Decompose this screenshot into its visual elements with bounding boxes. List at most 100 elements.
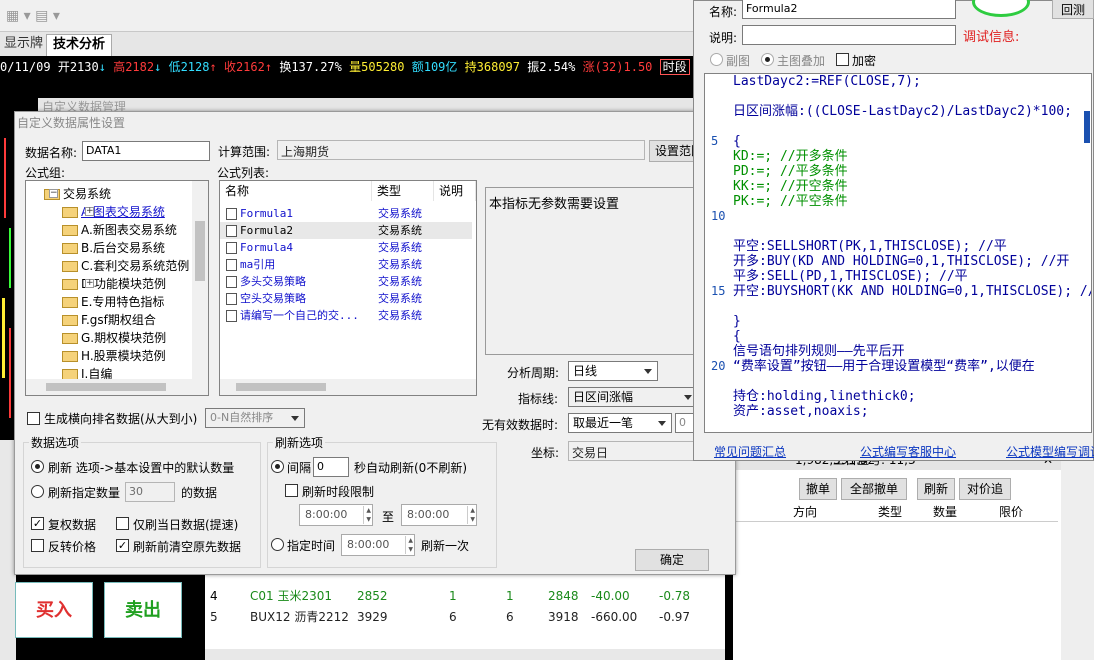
fixed-time-spinner[interactable]: 8:00:00 <box>341 534 415 556</box>
table-row[interactable]: 4 C01 玉米2301 2852 1 1 2848 -40.00 -0.78 <box>205 585 725 607</box>
rights-checkbox[interactable]: ✓ <box>31 517 44 530</box>
list-item[interactable]: 请编写一个自己的交... 交易系统 <box>220 307 472 324</box>
interval-radio[interactable] <box>271 460 284 473</box>
list-item[interactable]: 多头交易策略 交易系统 <box>220 273 472 290</box>
toolbar-icon[interactable]: ▦ ▾ ▤ ▾ <box>6 8 60 24</box>
cancel-order-button[interactable]: 撤单 <box>799 478 837 500</box>
support-link[interactable]: 公式编写客服中心 <box>860 443 956 460</box>
tree-item[interactable]: E.专用特色指标 <box>62 293 164 311</box>
table-row[interactable]: 5 BUX12 沥青2212 3929 6 6 3918 -660.00 -0.… <box>205 606 725 628</box>
col-type-header[interactable]: 类型 <box>372 181 434 201</box>
tree-item-label: C.套利交易系统范例 <box>81 259 190 273</box>
folder-icon <box>62 351 78 362</box>
list-item[interactable]: Formula4 交易系统 <box>220 239 472 256</box>
tree-item[interactable]: F.gsf期权组合 <box>62 311 156 329</box>
code-editor[interactable]: LastDayc2:=REF(CLOSE,7); 日区间涨幅:((CLOSE-La… <box>704 73 1092 433</box>
sort-checkbox[interactable] <box>27 412 40 425</box>
reverse-checkbox[interactable] <box>31 539 44 552</box>
sort-label: 生成横向排名数据(从大到小) <box>44 412 198 426</box>
tree-item[interactable]: − 交易系统 <box>44 185 111 203</box>
document-icon <box>226 208 237 220</box>
data-options-title: 数据选项 <box>29 434 82 451</box>
overlay-label: 主图叠加 <box>777 54 826 68</box>
tree-item[interactable]: H.股票模块范例 <box>62 347 166 365</box>
axis-value[interactable]: 交易日 <box>568 441 698 461</box>
editor-desc-input[interactable] <box>742 25 956 45</box>
tree-item[interactable]: C.套利交易系统范例 <box>62 257 189 275</box>
list-item-type: 交易系统 <box>378 292 422 305</box>
ok-button[interactable]: 确定 <box>635 549 709 571</box>
tree-item[interactable]: + A.图表交易系统 <box>62 203 165 221</box>
col-name-header[interactable]: 名称 <box>220 181 372 201</box>
tab-display[interactable]: 显示牌 <box>0 34 49 56</box>
list-item[interactable]: Formula1 交易系统 <box>220 205 472 222</box>
buy-button[interactable]: 买入 <box>15 582 93 638</box>
fixed-time-radio[interactable] <box>271 538 284 551</box>
counter-price-button[interactable]: 对价追 <box>959 478 1011 500</box>
code-text: PK:=; //平空条件 <box>733 194 848 209</box>
name-label: 数据名称: <box>25 146 78 160</box>
horizontal-scrollbar[interactable] <box>205 649 725 660</box>
overlay-radio[interactable] <box>761 53 774 66</box>
name-input[interactable]: DATA1 <box>82 141 210 161</box>
refresh-count-input[interactable]: 30 <box>125 482 175 502</box>
period-limit-label: 刷新时段限制 <box>302 485 375 499</box>
code-text: 开空:BUYSHORT(KK AND HOLDING=0,1,THISCLOSE… <box>733 284 1092 299</box>
col-desc-header[interactable]: 说明 <box>434 181 476 201</box>
horizontal-scrollbar[interactable] <box>220 379 476 395</box>
list-item-name: Formula4 <box>240 241 293 254</box>
cancel-all-button[interactable]: 全部撤单 <box>841 478 907 500</box>
expand-icon[interactable]: − <box>49 189 58 198</box>
code-text: LastDayc2:=REF(CLOSE,7); <box>733 74 921 89</box>
code-scroll-marker[interactable] <box>1084 111 1090 143</box>
list-item-name: ma引用 <box>240 258 276 271</box>
formula-group-tree[interactable]: − 交易系统 + A.图表交易系统 A.新图表交易系统 B.后台交易系统 C.套利交易系统范… <box>25 180 209 396</box>
list-item-name: 请编写一个自己的交... <box>240 309 359 322</box>
expand-icon[interactable]: + <box>85 207 94 216</box>
editor-desc-label: 说明: <box>709 31 738 45</box>
backtest-button[interactable]: 回测 <box>1052 0 1094 19</box>
scope-input[interactable]: 上海期货 <box>277 140 645 160</box>
quote-tag-period[interactable]: 时段 <box>659 59 690 75</box>
group-label: 公式组: <box>25 166 66 180</box>
refresh-button[interactable]: 刷新 <box>917 478 955 500</box>
editor-name-input[interactable]: Formula2 <box>742 0 956 19</box>
tree-item[interactable]: + D.功能模块范例 <box>62 275 166 293</box>
list-item[interactable]: 空头交易策略 交易系统 <box>220 290 472 307</box>
tab-technical[interactable]: 技术分析 <box>46 34 113 56</box>
horizontal-scrollbar[interactable] <box>26 379 208 395</box>
vertical-scrollbar[interactable] <box>192 181 208 379</box>
refresh-default-radio[interactable] <box>31 460 44 473</box>
tree-item[interactable]: B.后台交易系统 <box>62 239 165 257</box>
period-select[interactable]: 日线 <box>568 361 658 381</box>
expand-icon[interactable]: + <box>85 279 94 288</box>
quote-volume: 量505280 <box>349 60 405 74</box>
list-item[interactable]: Formula2 交易系统 <box>220 222 472 239</box>
indicator-select[interactable]: 日区间涨幅 <box>568 387 698 407</box>
sort-select[interactable]: 0-N自然排序 <box>205 408 305 428</box>
formula-editor-window: 名称: Formula2 回测 说明: 调试信息: 副图 主图叠加 加密 Las… <box>693 0 1094 461</box>
clear-checkbox[interactable]: ✓ <box>116 539 129 552</box>
invalid-select[interactable]: 取最近一笔 <box>568 413 672 433</box>
formula-list[interactable]: 名称 类型 说明 Formula1 交易系统 Formula2 交易系统 Formula… <box>219 180 477 396</box>
debug-guide-link[interactable]: 公式模型编写调试 <box>1006 443 1094 460</box>
tree-item[interactable]: A.新图表交易系统 <box>62 221 177 239</box>
refresh-count-radio[interactable] <box>31 485 44 498</box>
today-checkbox[interactable] <box>116 517 129 530</box>
encrypt-checkbox[interactable] <box>836 53 849 66</box>
quote-amount: 额109亿 <box>411 60 458 74</box>
sell-button[interactable]: 卖出 <box>104 582 182 638</box>
tree-item[interactable]: G.期权模块范例 <box>62 329 166 347</box>
period-limit-checkbox[interactable] <box>285 484 298 497</box>
list-item[interactable]: ma引用 交易系统 <box>220 256 472 273</box>
scroll-thumb[interactable] <box>195 221 205 281</box>
tree-item-label: A.新图表交易系统 <box>81 223 177 237</box>
time-to-spinner[interactable]: 8:00:00 <box>401 504 477 526</box>
refresh-default-label: 刷新 选项->基本设置中的默认数量 <box>48 461 235 475</box>
subchart-radio[interactable] <box>710 53 723 66</box>
quote-open: 开2130 <box>57 60 99 74</box>
interval-input[interactable]: 0 <box>313 457 349 477</box>
line-number: 5 <box>711 134 719 148</box>
time-from-spinner[interactable]: 8:00:00 <box>299 504 373 526</box>
faq-link[interactable]: 常见问题汇总 <box>714 443 786 460</box>
